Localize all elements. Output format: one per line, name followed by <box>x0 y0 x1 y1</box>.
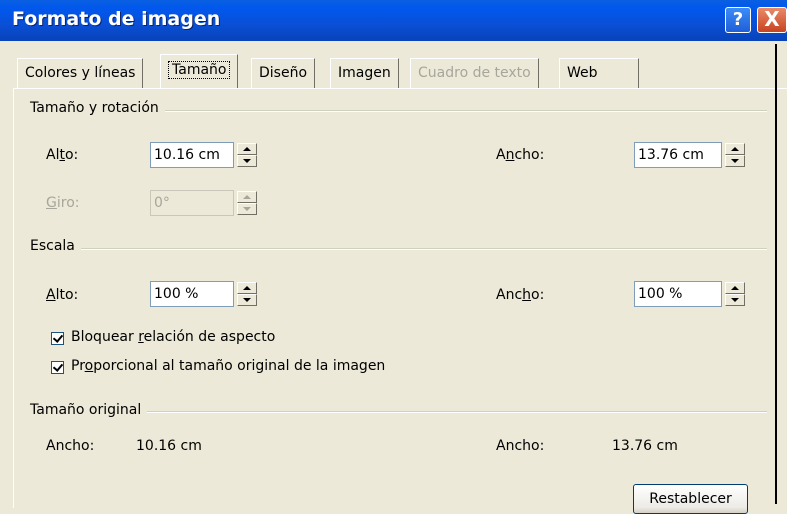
spin-down-icon[interactable] <box>725 155 745 167</box>
tab-label: Cuadro de texto <box>418 65 531 81</box>
height-label: Alto: <box>46 147 79 163</box>
scale-width-spinner[interactable] <box>725 282 745 306</box>
close-button[interactable]: X <box>757 7 787 33</box>
spin-up-icon[interactable] <box>725 143 745 155</box>
tab-web[interactable]: Web <box>559 58 639 88</box>
tab-label: Colores y líneas <box>25 65 136 81</box>
help-button[interactable]: ? <box>725 7 751 33</box>
spin-down-icon <box>237 203 257 215</box>
scale-width-label: Ancho: <box>496 287 545 303</box>
spin-down-icon[interactable] <box>725 294 745 306</box>
section-title-original-size: Tamaño original <box>30 402 148 418</box>
scale-height-spinner[interactable] <box>237 282 257 306</box>
section-title-size-rotation: Tamaño y rotación <box>30 100 165 116</box>
spin-up-icon[interactable] <box>237 282 257 294</box>
tab-label: Web <box>567 65 598 81</box>
rotation-input: 0° <box>150 190 234 216</box>
spin-down-icon[interactable] <box>237 155 257 167</box>
rotation-spinner <box>237 191 257 215</box>
original-height-label: Ancho: <box>46 438 95 454</box>
close-icon: X <box>764 7 780 31</box>
relative-original-label[interactable]: Proporcional al tamaño original de la im… <box>71 358 385 374</box>
spin-down-icon[interactable] <box>237 294 257 306</box>
original-width-label: Ancho: <box>496 438 545 454</box>
tab-label: Diseño <box>259 65 308 81</box>
original-height-value: 10.16 cm <box>136 438 202 454</box>
tab-tamano[interactable]: Tamaño <box>160 54 239 88</box>
original-width-value: 13.76 cm <box>612 438 678 454</box>
width-input[interactable]: 13.76 cm <box>634 142 722 168</box>
help-icon: ? <box>732 9 744 30</box>
scale-height-input[interactable]: 100 % <box>150 281 234 307</box>
lock-aspect-checkbox[interactable] <box>51 332 64 345</box>
section-divider <box>30 248 767 250</box>
rotation-label: Giro: <box>46 195 80 211</box>
lock-aspect-label[interactable]: Bloquear relación de aspecto <box>71 329 275 345</box>
tab-colores-y-lineas[interactable]: Colores y líneas <box>17 58 144 88</box>
spin-up-icon <box>237 191 257 203</box>
reset-button[interactable]: Restablecer <box>633 484 748 514</box>
height-input[interactable]: 10.16 cm <box>150 142 234 168</box>
tab-label: Tamaño <box>168 61 231 79</box>
section-title-scale: Escala <box>30 238 81 254</box>
tab-cuadro-de-texto: Cuadro de texto <box>410 58 539 88</box>
width-label: Ancho: <box>496 147 545 163</box>
tab-imagen[interactable]: Imagen <box>330 58 399 88</box>
window-title: Formato de imagen <box>12 8 221 30</box>
window-border <box>775 44 777 504</box>
spin-up-icon[interactable] <box>725 282 745 294</box>
title-bar: Formato de imagen ? X <box>0 0 787 41</box>
spin-up-icon[interactable] <box>237 143 257 155</box>
scale-height-label: Alto: <box>46 287 79 303</box>
tab-label: Imagen <box>338 65 391 81</box>
relative-original-checkbox[interactable] <box>51 361 64 374</box>
tab-diseno[interactable]: Diseño <box>251 58 316 88</box>
height-spinner[interactable] <box>237 143 257 167</box>
width-spinner[interactable] <box>725 143 745 167</box>
scale-width-input[interactable]: 100 % <box>634 281 722 307</box>
